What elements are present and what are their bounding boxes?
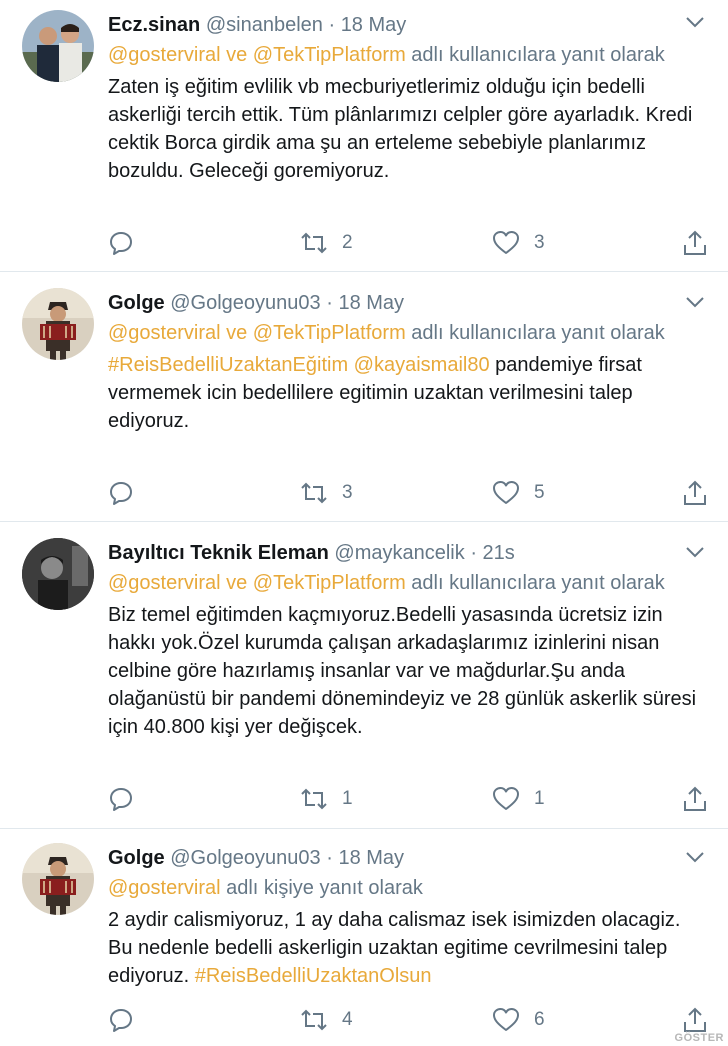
heart-icon [493,481,519,504]
like-count: 6 [534,1009,545,1030]
heart-icon [493,231,519,254]
like-count: 3 [534,232,545,253]
separator-dot: · [328,14,336,36]
avatar[interactable] [22,843,94,915]
timestamp[interactable]: 18 May [341,14,407,36]
hashtag-link[interactable]: #ReisBedelliUzaktanEğitim [108,354,348,376]
like-button[interactable]: 3 [492,228,545,258]
tweet-text: 2 aydir calismiyoruz, 1 ay daha calismaz… [108,906,708,990]
share-icon [684,230,706,255]
reply-button[interactable] [108,1005,134,1035]
separator-dot: · [326,292,333,314]
like-button[interactable]: 5 [492,478,545,508]
mention-link[interactable]: @gosterviral ve @TekTipPlatform [108,572,406,594]
display-name[interactable]: Ecz.sinan [108,14,200,36]
like-button[interactable]: 1 [492,784,545,814]
handle[interactable]: @sinanbelen [206,14,323,36]
reply-context: @gosterviral ve @TekTipPlatform adlı kul… [108,319,708,347]
mention-link[interactable]: @gosterviral [108,877,221,899]
retweet-count: 1 [342,788,353,809]
tweet[interactable]: Golge @Golgeoyunu03 · 18 May @gostervira… [0,829,728,1046]
chevron-down-icon[interactable] [684,849,706,865]
separator-dot: · [326,847,333,869]
display-name[interactable]: Golge [108,847,165,869]
share-button[interactable] [682,784,708,814]
like-count: 1 [534,788,545,809]
reply-button[interactable] [108,478,134,508]
tweet-text: Zaten iş eğitim evlilik vb mecburiyetler… [108,76,693,182]
retweet-button[interactable]: 4 [300,1005,353,1035]
mention-link[interactable]: @gosterviral ve @TekTipPlatform [108,322,406,344]
reply-context: @gosterviral ve @TekTipPlatform adlı kul… [108,569,708,597]
share-button[interactable] [682,1005,708,1035]
chevron-down-icon[interactable] [684,294,706,310]
share-icon [684,1007,706,1032]
retweet-icon [301,1009,327,1031]
retweet-count: 3 [342,482,353,503]
reply-icon [110,232,132,255]
like-count: 5 [534,482,545,503]
separator-dot: · [470,542,477,564]
handle[interactable]: @Golgeoyunu03 [170,292,320,314]
share-button[interactable] [682,228,708,258]
retweet-count: 4 [342,1009,353,1030]
retweet-icon [301,232,327,254]
share-button[interactable] [682,478,708,508]
reply-context-text: adlı kullanıcılara yanıt olarak [405,44,665,66]
share-icon [684,480,706,505]
mention-link[interactable]: @gosterviral ve @TekTipPlatform [108,44,406,66]
display-name[interactable]: Golge [108,292,165,314]
retweet-button[interactable]: 3 [300,478,353,508]
heart-icon [493,787,519,810]
avatar[interactable] [22,10,94,82]
handle[interactable]: @Golgeoyunu03 [170,847,320,869]
reply-context-text: adlı kişiye yanıt olarak [220,877,423,899]
reply-context-text: adlı kullanıcılara yanıt olarak [405,322,665,344]
reply-context: @gosterviral adlı kişiye yanıt olarak [108,874,708,902]
reply-icon [110,482,132,505]
reply-button[interactable] [108,784,134,814]
tweet[interactable]: Bayıltıcı Teknik Eleman @maykancelik · 2… [0,522,728,829]
heart-icon [493,1008,519,1031]
retweet-button[interactable]: 1 [300,784,353,814]
retweet-icon [301,788,327,810]
display-name[interactable]: Bayıltıcı Teknik Eleman [108,542,329,564]
tweet-text: Biz temel eğitimden kaçmıyoruz.Bedelli y… [108,604,697,738]
share-icon [684,786,706,811]
retweet-icon [301,482,327,504]
reply-icon [110,1009,132,1032]
avatar[interactable] [22,538,94,610]
tweet[interactable]: Golge @Golgeoyunu03 · 18 May @gostervira… [0,272,728,522]
hashtag-link[interactable]: #ReisBedelliUzaktanOlsun [195,965,432,987]
timestamp[interactable]: 18 May [338,847,404,869]
reply-button[interactable] [108,228,134,258]
chevron-down-icon[interactable] [684,14,706,30]
handle[interactable]: @maykancelik [334,542,464,564]
reply-context: @gosterviral ve @TekTipPlatform adlı kul… [108,41,708,69]
timestamp[interactable]: 18 May [338,292,404,314]
reply-context-text: adlı kullanıcılara yanıt olarak [405,572,665,594]
chevron-down-icon[interactable] [684,544,706,560]
mention-link[interactable]: @kayaismail80 [354,354,490,376]
retweet-button[interactable]: 2 [300,228,353,258]
tweet-text: #ReisBedelliUzaktanEğitim @kayaismail80 … [108,351,708,435]
tweet[interactable]: Ecz.sinan @sinanbelen · 18 May @gostervi… [0,0,728,272]
retweet-count: 2 [342,232,353,253]
reply-icon [110,788,132,811]
like-button[interactable]: 6 [492,1005,545,1035]
avatar[interactable] [22,288,94,360]
timestamp[interactable]: 21s [483,542,515,564]
watermark: GÖSTER [674,1032,724,1044]
